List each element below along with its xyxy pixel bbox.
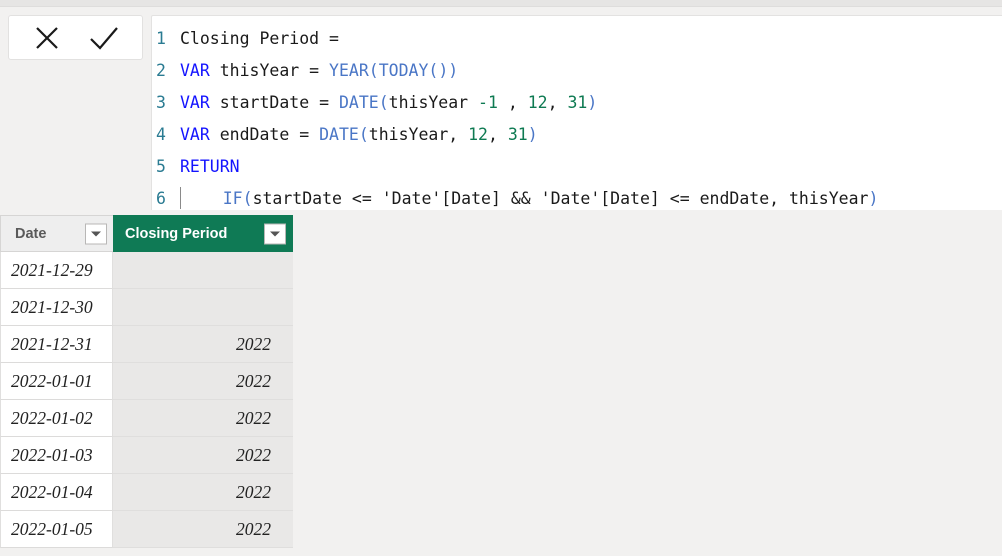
filter-dropdown-button-date[interactable]	[85, 223, 107, 244]
formula-commit-toolbar	[8, 15, 143, 60]
code-line: 4 VAR endDate = DATE(thisYear, 12, 31)	[152, 119, 1002, 151]
code-token: thisYear,	[368, 125, 469, 144]
code-token: VAR	[180, 61, 210, 80]
table-cell-closing_period[interactable]: 2022	[113, 437, 293, 474]
code-token: endDate =	[209, 125, 320, 144]
code-line-text: VAR thisYear = YEAR(TODAY())	[180, 55, 1002, 87]
code-line: 1 Closing Period =	[152, 23, 1002, 55]
table-cell-date[interactable]: 2022-01-05	[0, 511, 113, 548]
code-token: ,	[488, 125, 508, 144]
window-top-strip	[0, 0, 1002, 7]
code-token: VAR	[180, 125, 210, 144]
table-row[interactable]: 2022-01-04 2022	[0, 474, 293, 511]
data-grid: Date Closing Period 2021-12-29 2021-12-30 2…	[0, 215, 293, 548]
column-header-label: Date	[15, 225, 47, 242]
code-line: 5 RETURN	[152, 151, 1002, 183]
line-number: 2	[156, 61, 166, 80]
code-token: Closing Period =	[180, 29, 339, 48]
table-row[interactable]: 2022-01-03 2022	[0, 437, 293, 474]
code-token: -1	[478, 93, 498, 112]
line-number: 1	[156, 29, 166, 48]
code-line-text: VAR endDate = DATE(thisYear, 12, 31)	[180, 119, 1002, 151]
code-token: (	[368, 61, 379, 80]
code-token: thisYear =	[209, 61, 330, 80]
table-cell-date[interactable]: 2021-12-29	[0, 252, 113, 289]
formula-bar-region: 1 Closing Period = 2 VAR thisYear = YEAR(TO…	[0, 7, 1002, 214]
table-cell-closing_period[interactable]: 2022	[113, 363, 293, 400]
table-cell-date[interactable]: 2021-12-30	[0, 289, 113, 326]
close-icon	[36, 26, 59, 49]
code-line-text: VAR startDate = DATE(thisYear -1 , 12, 3…	[180, 87, 1002, 119]
code-token: (	[378, 93, 389, 112]
table-cell-closing_period[interactable]	[113, 252, 293, 289]
code-token: TODAY	[378, 61, 429, 80]
table-cell-date[interactable]: 2022-01-01	[0, 363, 113, 400]
code-token: VAR	[180, 93, 210, 112]
code-token: 31	[507, 125, 528, 144]
checkmark-icon	[89, 26, 118, 50]
code-token: 12	[527, 93, 548, 112]
code-token: (	[242, 189, 253, 208]
filter-dropdown-button-closing_period[interactable]	[264, 223, 286, 244]
line-number: 4	[156, 125, 166, 144]
code-token: RETURN	[180, 157, 240, 176]
table-cell-date[interactable]: 2022-01-04	[0, 474, 113, 511]
table-cell-date[interactable]: 2022-01-02	[0, 400, 113, 437]
code-token: ())	[428, 61, 459, 80]
code-token: startDate <= 'Date'[Date] && 'Date'[Date…	[252, 189, 869, 208]
code-token: IF	[222, 189, 243, 208]
table-cell-date[interactable]: 2022-01-03	[0, 437, 113, 474]
code-token: ,	[497, 93, 528, 112]
table-row[interactable]: 2021-12-29	[0, 252, 293, 289]
code-lines: 1 Closing Period = 2 VAR thisYear = YEAR(TO…	[152, 16, 1002, 213]
code-token: startDate =	[209, 93, 339, 112]
chevron-down-icon	[91, 231, 101, 236]
code-line: 2 VAR thisYear = YEAR(TODAY())	[152, 55, 1002, 87]
code-line: 3 VAR startDate = DATE(thisYear -1 , 12, …	[152, 87, 1002, 119]
table-cell-closing_period[interactable]: 2022	[113, 400, 293, 437]
code-token: 12	[468, 125, 488, 144]
column-header-label: Closing Period	[125, 225, 228, 242]
table-row[interactable]: 2021-12-30	[0, 289, 293, 326]
line-number: 3	[156, 93, 166, 112]
cancel-button[interactable]	[25, 19, 69, 57]
column-header-closing_period[interactable]: Closing Period	[113, 215, 293, 252]
table-row[interactable]: 2022-01-02 2022	[0, 400, 293, 437]
code-token: )	[587, 93, 598, 112]
table-cell-date[interactable]: 2021-12-31	[0, 326, 113, 363]
code-token: ,	[547, 93, 568, 112]
code-token: DATE	[338, 93, 379, 112]
table-cell-closing_period[interactable]: 2022	[113, 326, 293, 363]
commit-button[interactable]	[82, 19, 126, 57]
column-header-date[interactable]: Date	[0, 215, 113, 252]
data-preview-region: Date Closing Period 2021-12-29 2021-12-30 2…	[0, 210, 1002, 556]
code-token: (	[358, 125, 369, 144]
table-row[interactable]: 2021-12-31 2022	[0, 326, 293, 363]
table-cell-closing_period[interactable]: 2022	[113, 511, 293, 548]
code-line-text: RETURN	[180, 151, 1002, 183]
table-cell-closing_period[interactable]	[113, 289, 293, 326]
code-token: )	[527, 125, 538, 144]
code-token: DATE	[319, 125, 359, 144]
chevron-down-icon	[270, 231, 280, 236]
code-line-text: Closing Period =	[180, 23, 1002, 55]
code-token: )	[868, 189, 879, 208]
dax-formula-editor[interactable]: 1 Closing Period = 2 VAR thisYear = YEAR(TO…	[151, 15, 1002, 214]
table-cell-closing_period[interactable]: 2022	[113, 474, 293, 511]
line-number: 5	[156, 157, 166, 176]
table-row[interactable]: 2022-01-01 2022	[0, 363, 293, 400]
text-cursor	[180, 187, 181, 209]
code-token: thisYear	[388, 93, 479, 112]
code-token: YEAR	[329, 61, 369, 80]
code-token: 31	[567, 93, 588, 112]
data-grid-body: 2021-12-29 2021-12-30 2021-12-31 2022 2022-0…	[0, 252, 293, 548]
data-grid-header: Date Closing Period	[0, 215, 293, 252]
table-row[interactable]: 2022-01-05 2022	[0, 511, 293, 548]
